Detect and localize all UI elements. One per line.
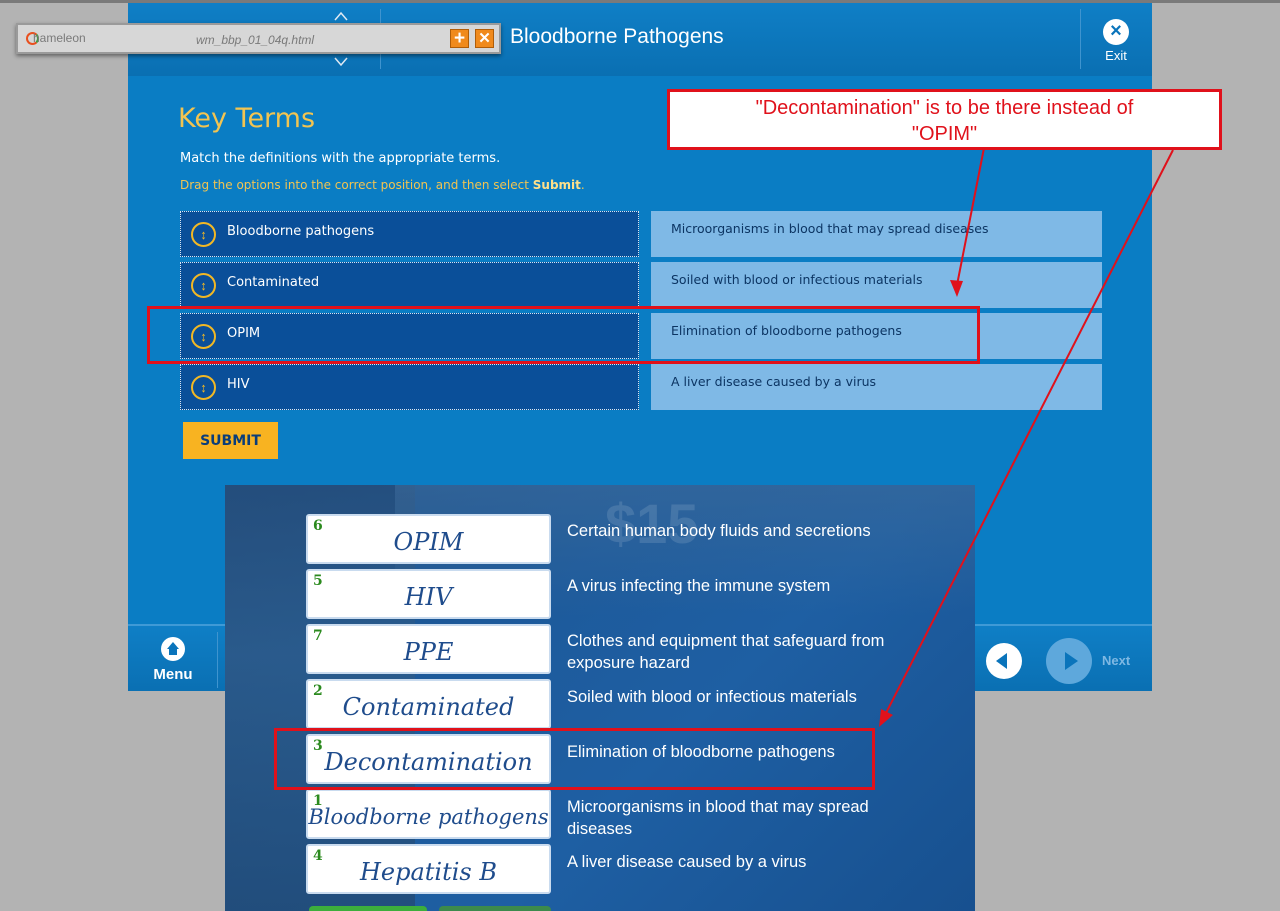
answer-definition: Soiled with blood or infectious material… — [567, 688, 857, 706]
definition-box: A liver disease caused by a virus — [651, 364, 1102, 410]
answer-card: 1 Bloodborne pathogens — [306, 789, 551, 839]
answer-card: 2 Contaminated — [306, 679, 551, 729]
answer-definition: A virus infecting the immune system — [567, 577, 831, 595]
reference-answer-image: $15 6 OPIM Certain human body fluids and… — [225, 485, 975, 911]
exit-button[interactable]: × Exit — [1091, 19, 1141, 63]
exit-label: Exit — [1105, 48, 1127, 63]
answer-definition: A liver disease caused by a virus — [567, 853, 807, 871]
submit-button[interactable]: SUBMIT — [183, 422, 278, 459]
header-divider — [1080, 9, 1081, 69]
card-term: HIV — [404, 583, 453, 611]
definition-box: Microorganisms in blood that may spread … — [651, 211, 1102, 257]
drag-handle-icon[interactable]: ↕ — [191, 273, 216, 298]
chameleon-logo-text: hameleon — [33, 31, 86, 45]
answer-definition: Microorganisms in blood that may spread … — [567, 798, 869, 838]
chameleon-toolbar: hameleon wm_bbp_01_04q.html + ✕ — [16, 23, 501, 54]
button-edge — [309, 906, 427, 911]
callout-line: "OPIM" — [911, 123, 978, 145]
card-term: Contaminated — [342, 693, 515, 721]
page-title: Key Terms — [178, 103, 316, 134]
button-edge — [439, 906, 551, 911]
definition-box: Soiled with blood or infectious material… — [651, 262, 1102, 308]
annotation-callout: "Decontamination" is to be there instead… — [667, 89, 1222, 150]
drag-instruction-submit: Submit — [532, 178, 581, 192]
course-title: Bloodborne Pathogens — [510, 25, 724, 48]
instruction-text: Match the definitions with the appropria… — [180, 151, 501, 166]
card-term: Bloodborne pathogens — [308, 805, 549, 829]
drag-handle-icon[interactable]: ↕ — [191, 375, 216, 400]
callout-line: "Decontamination" is to be there instead… — [755, 97, 1134, 119]
answer-definition: Certain human body fluids and secretions — [567, 522, 871, 540]
term-label: HIV — [227, 377, 250, 392]
draggable-term[interactable]: ↕ Contaminated — [180, 262, 639, 308]
drag-handle-icon[interactable]: ↕ — [191, 222, 216, 247]
answer-definition: Clothes and equipment that safeguard fro… — [567, 632, 885, 672]
draggable-term[interactable]: ↕ Bloodborne pathogens — [180, 211, 639, 257]
drag-instruction: Drag the options into the correct positi… — [180, 178, 585, 192]
card-term: Hepatitis B — [359, 858, 498, 886]
answer-card: 7 PPE — [306, 624, 551, 674]
highlight-box — [274, 728, 875, 790]
close-icon[interactable]: ✕ — [475, 29, 494, 48]
close-circle-icon: × — [1103, 19, 1129, 45]
menu-button[interactable]: Menu — [148, 637, 198, 683]
collapse-chevron-icon[interactable] — [334, 11, 348, 21]
add-icon[interactable]: + — [450, 29, 469, 48]
draggable-term[interactable]: ↕ HIV — [180, 364, 639, 410]
answer-card: 5 HIV — [306, 569, 551, 619]
card-term: OPIM — [393, 528, 464, 556]
chameleon-logo: hameleon — [26, 31, 86, 46]
term-label: Bloodborne pathogens — [227, 224, 375, 239]
home-icon — [161, 637, 185, 661]
footer-divider — [217, 632, 218, 688]
highlight-box — [147, 306, 980, 364]
drag-instruction-suffix: . — [580, 178, 585, 192]
menu-label: Menu — [153, 666, 193, 683]
card-term: PPE — [403, 638, 454, 666]
expand-chevron-icon[interactable] — [334, 57, 348, 67]
term-label: Contaminated — [227, 275, 320, 290]
next-button[interactable] — [1046, 638, 1092, 684]
filename-label: wm_bbp_01_04q.html — [196, 33, 315, 47]
drag-instruction-prefix: Drag the options into the correct positi… — [180, 178, 533, 192]
answer-card: 6 OPIM — [306, 514, 551, 564]
answer-card: 4 Hepatitis B — [306, 844, 551, 894]
next-label[interactable]: Next — [1102, 653, 1130, 668]
previous-button[interactable] — [986, 643, 1022, 679]
